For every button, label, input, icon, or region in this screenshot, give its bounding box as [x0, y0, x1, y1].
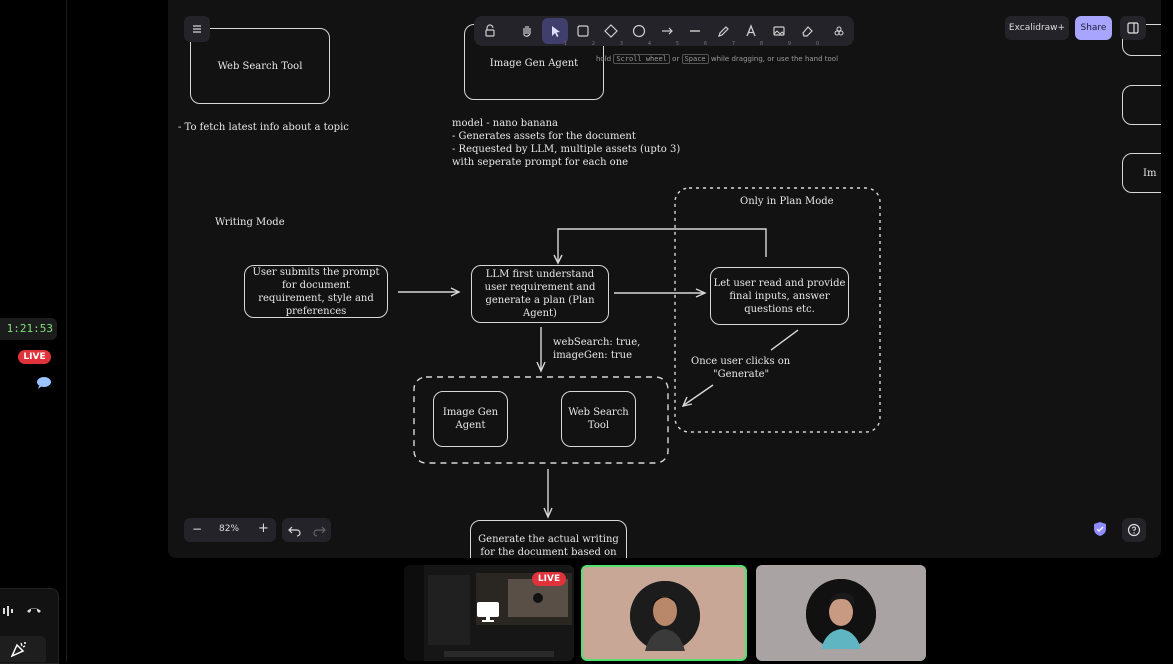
generate-writing-box[interactable]: Generate the actual writing for the docu…: [470, 520, 627, 558]
tools-toolbar: 1 2 3 4 5 6 7 8 9 0: [474, 16, 854, 47]
lock-icon[interactable]: [477, 18, 503, 44]
excalidraw-canvas[interactable]: Web Search Tool - To fetch latest info a…: [168, 0, 1161, 558]
zoom-in-button[interactable]: +: [258, 521, 269, 536]
image-gen-note-4: with seperate prompt for each one: [452, 157, 629, 168]
shortcut-number: 0: [815, 41, 819, 47]
imagegen-flag: imageGen: true: [553, 350, 633, 361]
image-gen-note-2: - Generates assets for the document: [452, 131, 636, 142]
shortcut-number: 9: [787, 41, 791, 47]
offscreen-box-3[interactable]: Im: [1122, 153, 1161, 193]
web-search-note: - To fetch latest info about a topic: [178, 122, 349, 133]
sidebar-panel-icon: [1127, 22, 1139, 34]
chat-bubble-icon[interactable]: [36, 376, 52, 390]
user-read-box[interactable]: Let user read and provide final inputs, …: [710, 267, 849, 325]
ellipse-icon[interactable]: 4: [626, 18, 652, 47]
image-gen-note-1: model - nano banana: [452, 118, 558, 129]
redo-icon[interactable]: [312, 522, 326, 542]
user-submits-box[interactable]: User submits the prompt for document req…: [244, 265, 388, 318]
hint-suffix: while dragging, or use the hand tool: [710, 55, 839, 63]
excalidraw-plus-button[interactable]: Excalidraw+: [1005, 16, 1069, 40]
tool-image-gen-label: Image Gen Agent: [442, 407, 499, 431]
shortcut-number: 8: [759, 41, 763, 47]
user-read-label: Let user read and provide final inputs, …: [713, 277, 846, 315]
plan-mode-label: Only in Plan Mode: [740, 196, 834, 207]
arrow-icon[interactable]: 5: [654, 18, 680, 47]
hint-key-scroll: Scroll wheel: [613, 54, 670, 64]
image-gen-note-3: - Requested by LLM, multiple assets (upt…: [452, 144, 681, 155]
participant-tile-1[interactable]: [581, 565, 747, 661]
llm-plan-box[interactable]: LLM first understand user requirement an…: [471, 265, 609, 323]
shortcut-number: 7: [731, 41, 735, 47]
sidebar-toggle-button[interactable]: [1120, 16, 1146, 40]
llm-plan-label: LLM first understand user requirement an…: [484, 269, 596, 319]
history-controls: [282, 518, 331, 542]
shortcut-number: 1: [563, 41, 567, 47]
shortcut-number: 6: [703, 41, 707, 47]
more-tools-icon[interactable]: [826, 18, 852, 44]
hint-or: or: [672, 55, 680, 63]
shortcut-number: 2: [591, 41, 595, 47]
hint-prefix: hold: [596, 55, 612, 63]
zoom-level[interactable]: 82%: [219, 524, 239, 534]
zoom-controls: − 82% +: [184, 518, 276, 542]
offscreen-box-2[interactable]: [1122, 85, 1161, 125]
shortcut-number: 3: [619, 41, 623, 47]
generate-click-note-1: Once user clicks on: [691, 356, 791, 367]
selection-icon[interactable]: 1: [542, 18, 568, 47]
draw-icon[interactable]: 7: [710, 18, 736, 47]
image-gen-agent-label: Image Gen Agent: [489, 58, 579, 69]
hangup-icon[interactable]: [26, 604, 42, 618]
call-timer: 1:21:53: [0, 318, 57, 340]
shortcut-number: 4: [647, 41, 651, 47]
party-popper-icon: [10, 641, 28, 658]
diamond-icon[interactable]: 3: [598, 18, 624, 47]
help-button[interactable]: [1122, 518, 1146, 542]
offscreen-box-3-label: Im: [1143, 167, 1157, 179]
tool-web-search-label: Web Search Tool: [568, 407, 629, 431]
audio-level-icon[interactable]: [2, 604, 16, 618]
live-badge-tile: LIVE: [532, 572, 566, 586]
help-icon: [1127, 523, 1141, 537]
participant-tile-2[interactable]: [756, 565, 926, 661]
generate-writing-line-2: for the document based on: [480, 547, 617, 558]
generate-writing-line-1: Generate the actual writing: [478, 534, 619, 545]
shield-icon[interactable]: [1092, 521, 1108, 537]
avatar: [630, 581, 700, 651]
generate-click-note-2: "Generate": [713, 369, 770, 380]
writing-mode-label: Writing Mode: [215, 217, 285, 228]
screen-share-icon: [476, 601, 500, 627]
undo-icon[interactable]: [288, 522, 302, 542]
web-search-tool-box[interactable]: Web Search Tool: [190, 28, 330, 104]
share-button[interactable]: Share: [1075, 16, 1112, 40]
web-search-tool-label: Web Search Tool: [217, 60, 303, 72]
text-icon[interactable]: 8: [738, 18, 764, 47]
main-menu-button[interactable]: [184, 16, 210, 42]
tool-web-search-box[interactable]: Web Search Tool: [561, 391, 636, 447]
rectangle-icon[interactable]: 2: [570, 18, 596, 47]
websearch-flag: webSearch: true,: [553, 337, 641, 348]
user-submits-label: User submits the prompt for document req…: [252, 266, 380, 317]
avatar: [806, 579, 876, 649]
hand-icon[interactable]: [514, 18, 540, 44]
live-badge: LIVE: [18, 350, 51, 364]
eraser-icon[interactable]: 0: [794, 18, 820, 47]
hint-key-space: Space: [681, 54, 709, 64]
image-icon[interactable]: 9: [766, 18, 792, 47]
tool-image-gen-box[interactable]: Image Gen Agent: [433, 391, 508, 447]
canvas-hint: hold Scroll wheel or Space while draggin…: [596, 54, 856, 67]
line-icon[interactable]: 6: [682, 18, 708, 47]
hamburger-icon: [193, 25, 201, 33]
zoom-out-button[interactable]: −: [192, 522, 202, 536]
shortcut-number: 5: [675, 41, 679, 47]
